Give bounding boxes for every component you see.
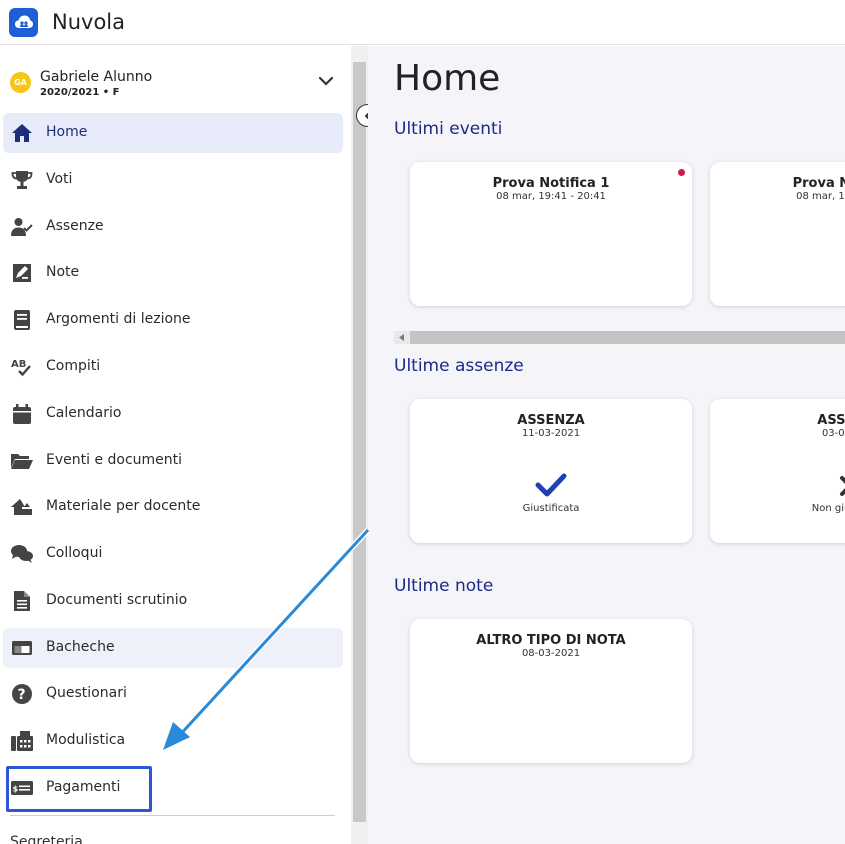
- sidebar-item-label: Eventi e documenti: [46, 452, 183, 468]
- event-time: 08 mar, 19:41 - 20:41: [496, 191, 606, 202]
- folder-open-icon: [11, 450, 33, 472]
- sidebar-divider: [10, 815, 335, 816]
- sidebar-item-label: Questionari: [46, 685, 127, 701]
- sidebar-item-label: Assenze: [46, 218, 104, 234]
- event-time: 08 mar, 19:41 - 20:41: [796, 191, 845, 202]
- sidebar-item-modulistica[interactable]: Modulistica: [3, 721, 343, 761]
- question-circle-icon: ?: [11, 683, 33, 705]
- sidebar-item-label: Calendario: [46, 405, 122, 421]
- house-upload-icon: [11, 496, 33, 518]
- absence-card[interactable]: ASSENZA 03-03-2021 Non giustificata: [710, 399, 845, 543]
- sidebar-section-segreteria[interactable]: Segreteria: [10, 834, 83, 844]
- absence-card[interactable]: ASSENZA 11-03-2021 Giustificata: [410, 399, 692, 543]
- sidebar-item-assenze[interactable]: Assenze: [3, 207, 343, 247]
- main-content: Home Ultimi eventi Prova Notifica 1 08 m…: [368, 46, 845, 844]
- sidebar-item-label: Note: [46, 264, 80, 280]
- sidebar-item-argomenti[interactable]: Argomenti di lezione: [3, 300, 343, 340]
- event-title: Prova Notifica 1: [492, 176, 610, 191]
- book-icon: [11, 309, 33, 331]
- absence-status: Giustificata: [522, 503, 580, 514]
- absence-date: 11-03-2021: [521, 428, 581, 439]
- user-name: Gabriele Alunno: [40, 69, 153, 85]
- sidebar-item-label: Bacheche: [46, 639, 115, 655]
- user-year: 2020/2021 • F: [40, 87, 120, 98]
- spellcheck-icon: AB: [11, 356, 33, 378]
- svg-text:AB: AB: [11, 359, 26, 370]
- absence-title: ASSENZA: [517, 413, 585, 428]
- section-ultime-assenze: Ultime assenze: [394, 356, 524, 376]
- sidebar-item-label: Materiale per docente: [46, 498, 201, 514]
- board-icon: [11, 637, 33, 659]
- fax-icon: [11, 730, 33, 752]
- absence-status: Non giustificata: [811, 503, 845, 514]
- sidebar-item-label: Compiti: [46, 358, 101, 374]
- check-icon: [535, 473, 567, 497]
- sidebar-item-label: Argomenti di lezione: [46, 311, 191, 327]
- event-card[interactable]: Prova Notifica 1 08 mar, 19:41 - 20:41: [710, 162, 845, 306]
- home-icon: [11, 122, 33, 144]
- cloud-logo-icon[interactable]: [9, 7, 38, 37]
- close-icon: [840, 476, 845, 496]
- section-ultimi-eventi: Ultimi eventi: [394, 119, 503, 139]
- note-date: 08-03-2021: [521, 648, 581, 659]
- event-card[interactable]: Prova Notifica 1 08 mar, 19:41 - 20:41: [410, 162, 692, 306]
- sidebar-item-label: Modulistica: [46, 732, 126, 748]
- events-horizontal-scrollbar[interactable]: [394, 331, 845, 344]
- note-card[interactable]: ALTRO TIPO DI NOTA 08-03-2021: [410, 619, 692, 763]
- sidebar-item-eventi[interactable]: Eventi e documenti: [3, 441, 343, 481]
- top-app-bar: Nuvola: [0, 0, 845, 45]
- unread-dot-icon: [678, 169, 685, 176]
- trophy-icon: [11, 169, 33, 191]
- pagamenti-highlight-box: [6, 766, 152, 812]
- avatar: GA: [10, 72, 31, 93]
- sidebar-item-calendario[interactable]: Calendario: [3, 394, 343, 434]
- triangle-left-icon: [399, 334, 404, 341]
- user-check-icon: [11, 216, 33, 238]
- scroll-left-button[interactable]: [394, 331, 410, 344]
- absence-title: ASSENZA: [817, 413, 845, 428]
- chevron-down-icon[interactable]: [317, 74, 335, 88]
- document-icon: [11, 590, 33, 612]
- sidebar-item-materiale[interactable]: Materiale per docente: [3, 487, 343, 527]
- chat-bubbles-icon: [11, 543, 33, 565]
- sidebar-item-label: Documenti scrutinio: [46, 592, 188, 608]
- sidebar-item-questionari[interactable]: ? Questionari: [3, 674, 343, 714]
- event-title: Prova Notifica 1: [792, 176, 845, 191]
- absence-date: 03-03-2021: [821, 428, 845, 439]
- sidebar-scrollbar-thumb[interactable]: [353, 62, 366, 822]
- svg-text:?: ?: [18, 687, 26, 703]
- section-ultime-note: Ultime note: [394, 576, 494, 596]
- sidebar-item-label: Colloqui: [46, 545, 103, 561]
- sidebar-item-compiti[interactable]: AB Compiti: [3, 347, 343, 387]
- user-switcher[interactable]: GA Gabriele Alunno 2020/2021 • F: [0, 66, 351, 106]
- note-title: ALTRO TIPO DI NOTA: [476, 633, 626, 648]
- sidebar-item-documenti[interactable]: Documenti scrutinio: [3, 581, 343, 621]
- note-pen-icon: [11, 262, 33, 284]
- sidebar-item-colloqui[interactable]: Colloqui: [3, 534, 343, 574]
- sidebar-item-label: Voti: [46, 171, 73, 187]
- calendar-icon: [11, 403, 33, 425]
- sidebar-item-voti[interactable]: Voti: [3, 160, 343, 200]
- sidebar-item-label: Home: [46, 124, 88, 140]
- sidebar-item-note[interactable]: Note: [3, 253, 343, 293]
- sidebar-item-home[interactable]: Home: [3, 113, 343, 153]
- page-title: Home: [394, 58, 501, 99]
- sidebar: GA Gabriele Alunno 2020/2021 • F Home Vo…: [0, 46, 351, 844]
- app-title: Nuvola: [52, 10, 125, 34]
- sidebar-item-bacheche[interactable]: Bacheche: [3, 628, 343, 668]
